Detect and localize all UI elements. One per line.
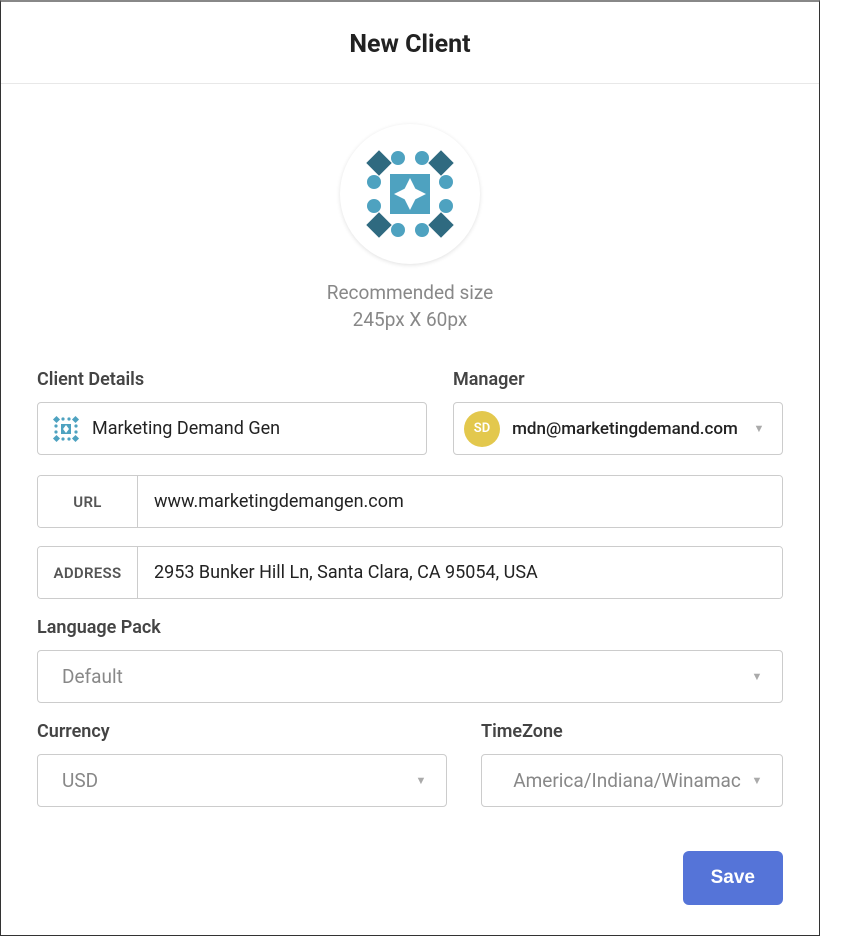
address-field[interactable]: ADDRESS 2953 Bunker Hill Ln, Santa Clara… xyxy=(37,546,783,599)
chevron-down-icon: ▼ xyxy=(750,420,768,438)
currency-value: USD xyxy=(62,769,98,792)
recommended-size-line2: 245px X 60px xyxy=(327,307,493,334)
recommended-size-line1: Recommended size xyxy=(327,280,493,307)
timezone-select[interactable]: America/Indiana/Winamac ▼ xyxy=(481,754,783,807)
client-name-value: Marketing Demand Gen xyxy=(92,418,412,439)
url-field[interactable]: URL www.marketingdemangen.com xyxy=(37,475,783,528)
page-title: New Client xyxy=(1,30,819,59)
chevron-down-icon: ▼ xyxy=(748,772,766,790)
manager-label: Manager xyxy=(453,369,783,390)
url-prefix-label: URL xyxy=(38,476,138,527)
language-pack-label: Language Pack xyxy=(37,617,783,638)
save-button[interactable]: Save xyxy=(683,851,783,905)
logo-section: Recommended size 245px X 60px xyxy=(37,124,783,333)
modal-footer: Save xyxy=(37,827,783,905)
client-name-field[interactable]: Marketing Demand Gen xyxy=(37,402,427,455)
client-icon xyxy=(52,415,80,443)
address-value[interactable]: 2953 Bunker Hill Ln, Santa Clara, CA 950… xyxy=(138,547,782,598)
logo-upload[interactable] xyxy=(340,124,480,264)
manager-email: mdn@marketingdemand.com xyxy=(500,419,750,439)
chevron-down-icon: ▼ xyxy=(748,668,766,686)
currency-select[interactable]: USD ▼ xyxy=(37,754,447,807)
client-details-label: Client Details xyxy=(37,369,427,390)
address-prefix-label: ADDRESS xyxy=(38,547,138,598)
recommended-size-hint: Recommended size 245px X 60px xyxy=(327,280,493,333)
currency-label: Currency xyxy=(37,721,447,742)
manager-avatar: SD xyxy=(464,411,500,447)
timezone-value: America/Indiana/Winamac xyxy=(506,769,748,792)
url-value[interactable]: www.marketingdemangen.com xyxy=(138,476,782,527)
manager-select[interactable]: SD mdn@marketingdemand.com ▼ xyxy=(453,402,783,455)
language-pack-value: Default xyxy=(62,665,123,688)
client-logo-icon xyxy=(360,144,460,244)
timezone-label: TimeZone xyxy=(481,721,783,742)
chevron-down-icon: ▼ xyxy=(412,772,430,790)
new-client-modal: New Client xyxy=(0,0,820,936)
modal-header: New Client xyxy=(1,2,819,84)
modal-body: Recommended size 245px X 60px Client Det… xyxy=(1,84,819,935)
language-pack-select[interactable]: Default ▼ xyxy=(37,650,783,703)
